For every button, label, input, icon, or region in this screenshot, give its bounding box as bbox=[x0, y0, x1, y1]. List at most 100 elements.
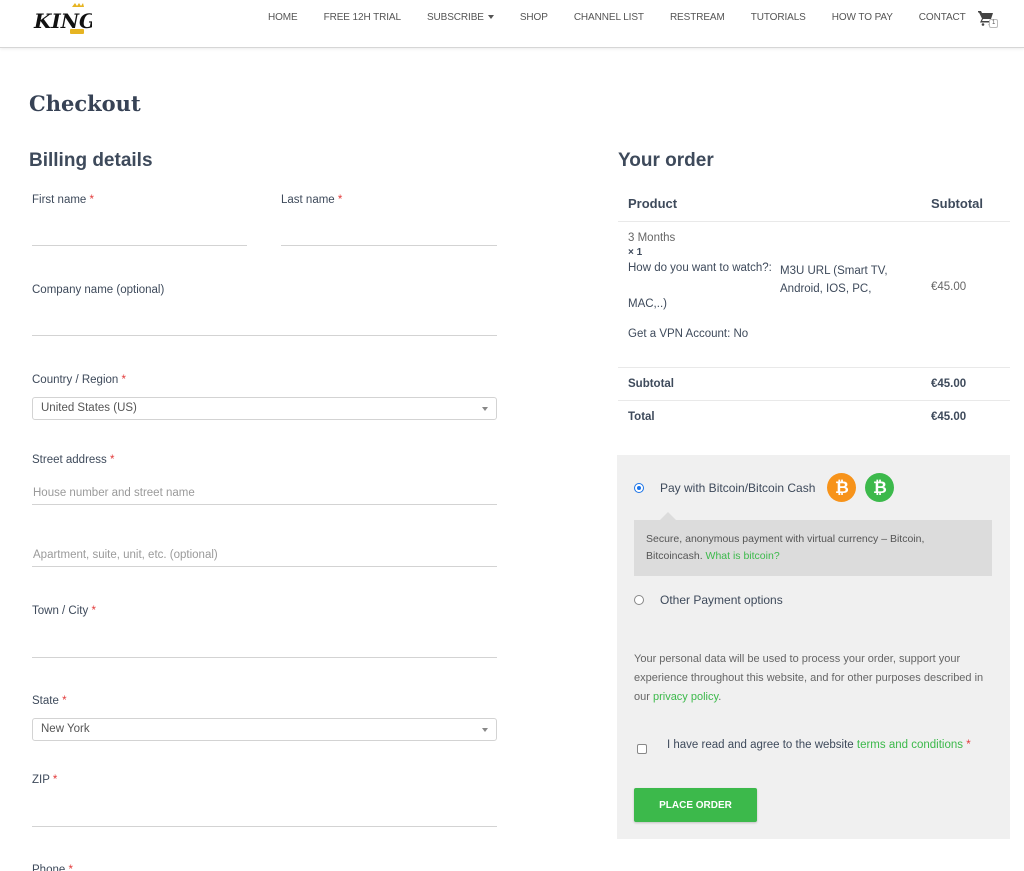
privacy-notice: Your personal data will be used to proce… bbox=[634, 650, 994, 707]
privacy-end: . bbox=[718, 691, 722, 703]
phone-label: Phone * bbox=[32, 864, 73, 871]
company-name-input[interactable] bbox=[32, 312, 497, 336]
terms-text: I have read and agree to the website bbox=[667, 739, 854, 751]
subtotal-column-header: Subtotal bbox=[931, 196, 983, 211]
phone-label-text: Phone bbox=[32, 864, 66, 871]
nav-tutorials[interactable]: TUTORIALS bbox=[751, 12, 806, 23]
required-mark: * bbox=[52, 774, 58, 786]
state-select-value: New York bbox=[41, 723, 90, 735]
site-header: KING HOME FREE 12H TRIAL SUBSCRIBE SHOP … bbox=[0, 0, 1024, 48]
total-label: Total bbox=[628, 411, 655, 423]
bitcoin-payment-description: Secure, anonymous payment with virtual c… bbox=[634, 512, 992, 576]
vpn-key: Get a VPN Account: bbox=[628, 328, 731, 340]
nav-subscribe[interactable]: SUBSCRIBE bbox=[427, 12, 494, 23]
terms-agreement: I have read and agree to the website ter… bbox=[637, 739, 971, 754]
total-value: €45.00 bbox=[931, 411, 967, 423]
required-mark: * bbox=[68, 864, 73, 871]
required-mark: * bbox=[121, 374, 126, 386]
subtotal-row: Subtotal €45.00 bbox=[618, 368, 1010, 401]
country-label: Country / Region * bbox=[32, 374, 126, 386]
street-address-label: Street address * bbox=[32, 454, 114, 466]
street-address-2-input[interactable] bbox=[32, 543, 497, 567]
state-select[interactable]: New York bbox=[32, 718, 497, 741]
required-mark: * bbox=[62, 695, 67, 707]
payment-option-other[interactable]: Other Payment options bbox=[634, 593, 783, 607]
payment-option-bitcoin[interactable]: Pay with Bitcoin/Bitcoin Cash ₿ ₿ bbox=[634, 473, 895, 502]
city-label-text: Town / City bbox=[32, 605, 89, 617]
zip-input[interactable] bbox=[32, 803, 497, 827]
product-column-header: Product bbox=[628, 196, 678, 211]
total-row: Total €45.00 bbox=[618, 401, 1010, 434]
country-select[interactable]: United States (US) bbox=[32, 397, 497, 420]
city-input[interactable] bbox=[32, 634, 497, 658]
last-name-label-text: Last name bbox=[281, 194, 335, 206]
watch-method-key: How do you want to watch?: bbox=[628, 262, 772, 274]
vpn-option: Get a VPN Account: No bbox=[628, 328, 748, 340]
subtotal-label: Subtotal bbox=[628, 378, 674, 390]
bitcoin-icon: ₿ bbox=[827, 473, 857, 502]
privacy-policy-link[interactable]: privacy policy bbox=[653, 691, 718, 703]
city-label: Town / City * bbox=[32, 605, 96, 617]
product-quantity: × 1 bbox=[628, 247, 643, 258]
nav-free-trial[interactable]: FREE 12H TRIAL bbox=[324, 12, 401, 23]
logo-icon: KING bbox=[33, 3, 96, 34]
required-mark: * bbox=[89, 194, 95, 206]
first-name-label-text: First name bbox=[32, 194, 87, 206]
nav-channel-list[interactable]: CHANNEL LIST bbox=[574, 12, 644, 23]
state-label: State * bbox=[32, 695, 67, 707]
cart-button[interactable]: 1 bbox=[978, 10, 1002, 30]
zip-label: ZIP * bbox=[32, 774, 57, 786]
watch-method-value-cont: MAC,..) bbox=[628, 298, 667, 310]
billing-details-title: Billing details bbox=[29, 150, 153, 171]
required-mark: * bbox=[966, 739, 971, 751]
nav-how-to-pay[interactable]: HOW TO PAY bbox=[832, 12, 893, 23]
nav-restream[interactable]: RESTREAM bbox=[670, 12, 725, 23]
street-address-input[interactable] bbox=[32, 481, 497, 505]
terms-and-conditions-link[interactable]: terms and conditions bbox=[857, 739, 963, 751]
order-review-table: Product Subtotal 3 Months × 1 How do you… bbox=[618, 186, 1010, 434]
order-item-row: 3 Months × 1 How do you want to watch?: … bbox=[618, 222, 1010, 368]
order-table-header: Product Subtotal bbox=[618, 186, 1010, 222]
product-name: 3 Months bbox=[628, 232, 676, 244]
other-payment-radio[interactable] bbox=[634, 595, 644, 605]
cart-count-badge: 1 bbox=[989, 19, 999, 28]
payment-section: Pay with Bitcoin/Bitcoin Cash ₿ ₿ Secure… bbox=[617, 455, 1010, 839]
place-order-button[interactable]: PLACE ORDER bbox=[634, 788, 757, 822]
main-nav: HOME FREE 12H TRIAL SUBSCRIBE SHOP CHANN… bbox=[268, 12, 992, 23]
last-name-input[interactable] bbox=[281, 222, 497, 246]
nav-contact[interactable]: CONTACT bbox=[919, 12, 966, 23]
product-price: €45.00 bbox=[931, 281, 967, 293]
caret-down-icon bbox=[487, 15, 494, 20]
terms-checkbox[interactable] bbox=[637, 744, 647, 754]
vpn-value: No bbox=[733, 328, 749, 340]
nav-home[interactable]: HOME bbox=[268, 12, 298, 23]
bitcoin-option-label: Pay with Bitcoin/Bitcoin Cash bbox=[660, 480, 816, 495]
street-label-text: Street address bbox=[32, 454, 107, 466]
bitcoin-cash-icon: ₿ bbox=[865, 473, 895, 502]
your-order-title: Your order bbox=[618, 150, 714, 171]
company-name-label: Company name (optional) bbox=[32, 284, 165, 296]
watch-method-value: M3U URL (Smart TV, Android, IOS, PC, bbox=[780, 265, 888, 295]
what-is-bitcoin-link[interactable]: What is bitcoin? bbox=[706, 550, 780, 562]
state-label-text: State bbox=[32, 695, 59, 707]
last-name-label: Last name * bbox=[281, 194, 342, 206]
nav-shop[interactable]: SHOP bbox=[520, 12, 548, 23]
select-arrow-icon bbox=[482, 407, 488, 411]
first-name-label: First name * bbox=[32, 194, 94, 206]
required-mark: * bbox=[91, 605, 96, 617]
king-iptv-logo[interactable]: KING bbox=[32, 2, 96, 38]
country-select-value: United States (US) bbox=[41, 402, 137, 414]
country-label-text: Country / Region bbox=[32, 374, 119, 386]
select-arrow-icon bbox=[482, 728, 488, 732]
required-mark: * bbox=[337, 194, 343, 206]
bitcoin-radio[interactable] bbox=[634, 482, 644, 493]
other-payment-label: Other Payment options bbox=[660, 593, 783, 607]
zip-label-text: ZIP bbox=[32, 774, 50, 786]
page-title: Checkout bbox=[29, 91, 141, 116]
terms-label: I have read and agree to the website ter… bbox=[667, 739, 971, 751]
subtotal-value: €45.00 bbox=[931, 378, 967, 390]
first-name-input[interactable] bbox=[32, 222, 247, 246]
nav-subscribe-label: SUBSCRIBE bbox=[426, 12, 484, 23]
required-mark: * bbox=[110, 454, 115, 466]
description-text: Secure, anonymous payment with virtual c… bbox=[646, 533, 925, 562]
